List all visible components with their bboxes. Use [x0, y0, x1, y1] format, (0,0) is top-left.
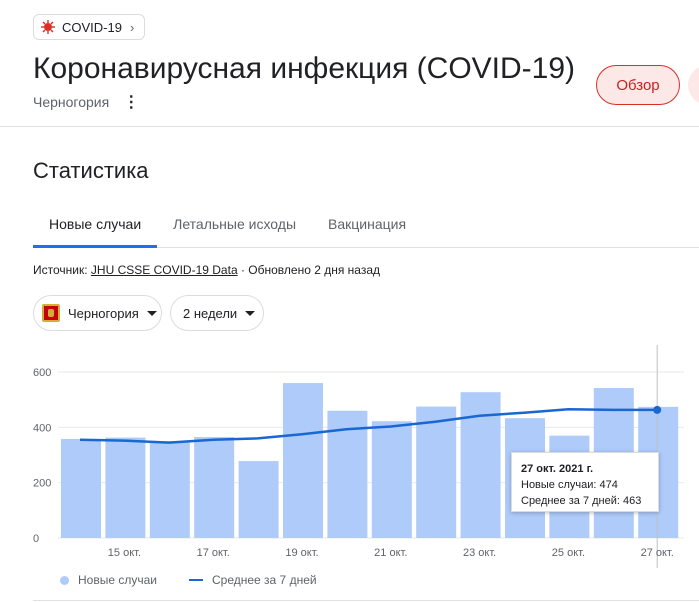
y-tick-label: 0: [33, 533, 39, 545]
chip-label: COVID-19: [62, 19, 122, 35]
virus-icon: [41, 20, 55, 34]
caret-down-icon: [146, 310, 157, 316]
source-link[interactable]: JHU CSSE COVID-19 Data: [91, 263, 238, 277]
chart-legend: Новые случаи Среднее за 7 дней: [60, 573, 317, 587]
stats-tabs: Новые случаи Летальные исходы Вакцинация: [33, 202, 699, 248]
next-chip-button[interactable]: [688, 65, 699, 105]
bar-3: [194, 437, 235, 538]
x-tick-label: 19 окт.: [285, 547, 318, 559]
x-tick-label: 23 окт.: [463, 547, 496, 559]
source-line: Источник: JHU CSSE COVID-19 Data · Обнов…: [33, 263, 380, 277]
more-vert-icon[interactable]: ⋮: [123, 92, 139, 112]
tab-deaths[interactable]: Летальные исходы: [157, 202, 312, 248]
header-divider: [0, 126, 699, 127]
page-title: Коронавирусная инфекция (COVID-19): [33, 52, 576, 85]
x-tick-label: 27 окт.: [641, 547, 674, 559]
bar-5: [283, 383, 323, 538]
bar-2: [149, 441, 190, 538]
statistics-title: Статистика: [33, 158, 149, 183]
tooltip-average: Среднее за 7 дней: 463: [521, 495, 642, 507]
hover-point: [653, 405, 662, 414]
legend-bar-swatch: [60, 575, 69, 585]
page-subtitle: Черногория ⋮: [33, 92, 139, 112]
chevron-right-icon: ›: [129, 19, 135, 35]
overview-button[interactable]: Обзор: [596, 65, 680, 105]
period-dropdown[interactable]: 2 недели: [170, 295, 264, 331]
bar-4: [238, 461, 279, 538]
montenegro-flag-icon: [42, 304, 60, 322]
source-prefix: Источник:: [33, 263, 91, 277]
bar-7: [371, 421, 412, 538]
tooltip-date: 27 окт. 2021 г.: [521, 463, 594, 475]
y-tick-label: 600: [33, 367, 51, 379]
x-tick-label: 15 окт.: [108, 547, 141, 559]
y-tick-label: 200: [33, 478, 51, 490]
region-dropdown[interactable]: Черногория: [33, 295, 162, 331]
legend-new-cases: Новые случаи: [78, 573, 157, 587]
x-tick-label: 25 окт.: [552, 547, 585, 559]
bar-0: [61, 438, 101, 538]
bar-1: [105, 437, 146, 538]
region-dropdown-label: Черногория: [68, 305, 139, 321]
tooltip-new-cases: Новые случаи: 474: [521, 479, 618, 491]
legend-line-swatch: [188, 579, 203, 581]
tab-new-cases[interactable]: Новые случаи: [33, 202, 158, 248]
bottom-divider: [33, 600, 699, 601]
caret-down-icon: [245, 310, 256, 316]
region-label: Черногория: [33, 94, 110, 110]
legend-average: Среднее за 7 дней: [211, 573, 317, 587]
x-tick-label: 21 окт.: [374, 547, 407, 559]
chart-tooltip: 27 окт. 2021 г. Новые случаи: 474 Средне…: [511, 452, 659, 512]
source-updated: · Обновлено 2 дня назад: [237, 263, 381, 277]
period-dropdown-label: 2 недели: [183, 305, 238, 321]
bar-8: [416, 406, 457, 538]
tab-vaccination[interactable]: Вакцинация: [312, 202, 422, 248]
y-tick-label: 400: [33, 422, 51, 434]
x-tick-label: 17 окт.: [197, 547, 230, 559]
covid-topic-chip[interactable]: COVID-19 ›: [33, 14, 146, 40]
